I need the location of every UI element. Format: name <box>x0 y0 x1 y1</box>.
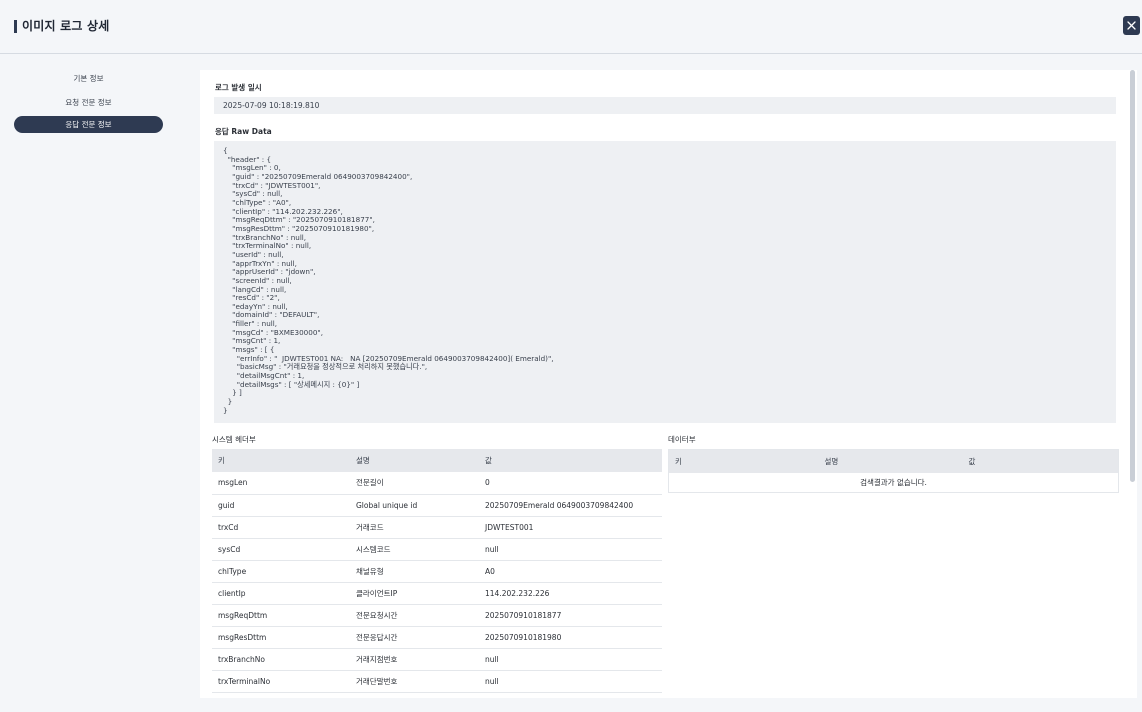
cell-key: guid <box>212 494 350 517</box>
cell-desc: 전문응답시간 <box>350 626 479 649</box>
cell-value: 20250709Emerald 0649003709842400 <box>479 494 662 517</box>
panel-scrollbar[interactable] <box>1130 70 1135 482</box>
column-header-key: 키 <box>668 449 819 473</box>
close-button[interactable] <box>1123 16 1140 35</box>
data-section-label: 데이터부 <box>668 435 696 444</box>
column-header-desc: 설명 <box>818 449 963 473</box>
data-section-table: 키 설명 값 검색결과가 없습니다. <box>668 449 1119 493</box>
cell-value: A0 <box>479 560 662 583</box>
cell-key: sysCd <box>212 538 350 561</box>
cell-key: clientIp <box>212 582 350 605</box>
sidebar: 기본 정보 요청 전문 정보 응답 전문 정보 <box>0 54 200 712</box>
close-icon <box>1127 21 1136 30</box>
cell-value: JDWTEST001 <box>479 516 662 539</box>
cell-key: msgLen <box>212 472 350 495</box>
modal-header: 이미지 로그 상세 <box>0 0 1142 54</box>
cell-desc: 채널유형 <box>350 560 479 583</box>
cell-key: msgReqDttm <box>212 604 350 627</box>
cell-key: trxCd <box>212 516 350 539</box>
cell-desc: 거래코드 <box>350 516 479 539</box>
column-header-value: 값 <box>479 449 662 472</box>
sidebar-item-basic-info[interactable]: 기본 정보 <box>14 70 163 87</box>
cell-key: trxBranchNo <box>212 648 350 671</box>
cell-value: null <box>479 670 662 693</box>
cell-key: chlType <box>212 560 350 583</box>
log-time-label: 로그 발생 일시 <box>215 83 262 92</box>
raw-data-viewer[interactable]: { "header" : { "msgLen" : 0, "guid" : "2… <box>214 141 1116 423</box>
cell-key: trxTerminalNo <box>212 670 350 693</box>
table-row[interactable]: trxBranchNo 거래지점번호 null <box>212 648 662 671</box>
table-row[interactable]: msgResDttm 전문응답시간 2025070910181980 <box>212 626 662 649</box>
column-header-desc: 설명 <box>350 449 479 472</box>
detail-panel: 로그 발생 일시 2025-07-09 10:18:19.810 응답 Raw … <box>200 70 1137 698</box>
table-row[interactable]: msgLen 전문길이 0 <box>212 472 662 495</box>
system-header-table: 키 설명 값 msgLen 전문길이 0 guid Global unique id 2… <box>212 449 662 693</box>
cell-value: 0 <box>479 472 662 495</box>
cell-value: 2025070910181877 <box>479 604 662 627</box>
table-header-row: 키 설명 값 <box>212 449 662 472</box>
column-header-key: 키 <box>212 449 350 472</box>
log-time-field: 2025-07-09 10:18:19.810 <box>214 97 1116 114</box>
table-row[interactable]: chlType 채널유형 A0 <box>212 560 662 583</box>
cell-value: 114.202.232.226 <box>479 582 662 605</box>
table-row[interactable]: clientIp 클라이언트IP 114.202.232.226 <box>212 582 662 605</box>
column-header-value: 값 <box>962 449 1119 473</box>
table-row[interactable]: msgReqDttm 전문요청시간 2025070910181877 <box>212 604 662 627</box>
table-row[interactable]: sysCd 시스템코드 null <box>212 538 662 561</box>
empty-row: 검색결과가 없습니다. <box>668 472 1119 493</box>
table-row[interactable]: trxTerminalNo 거래단말번호 null <box>212 670 662 693</box>
modal-title: 이미지 로그 상세 <box>22 19 110 33</box>
cell-desc: 거래단말번호 <box>350 670 479 693</box>
sidebar-item-response-info[interactable]: 응답 전문 정보 <box>14 116 163 133</box>
table-row[interactable]: guid Global unique id 20250709Emerald 0649… <box>212 494 662 517</box>
cell-value: 2025070910181980 <box>479 626 662 649</box>
cell-desc: Global unique id <box>350 494 479 517</box>
sidebar-item-request-info[interactable]: 요청 전문 정보 <box>14 94 163 111</box>
cell-desc: 거래지점번호 <box>350 648 479 671</box>
cell-key: msgResDttm <box>212 626 350 649</box>
table-row[interactable]: trxCd 거래코드 JDWTEST001 <box>212 516 662 539</box>
system-header-label: 시스템 헤더부 <box>212 435 256 444</box>
cell-value: null <box>479 538 662 561</box>
cell-desc: 시스템코드 <box>350 538 479 561</box>
cell-desc: 클라이언트IP <box>350 582 479 605</box>
title-accent-bar <box>14 20 17 33</box>
empty-message: 검색결과가 없습니다. <box>668 472 1119 493</box>
table-header-row: 키 설명 값 <box>668 449 1119 473</box>
cell-value: null <box>479 648 662 671</box>
cell-desc: 전문요청시간 <box>350 604 479 627</box>
raw-data-label: 응답 Raw Data <box>215 127 272 136</box>
cell-desc: 전문길이 <box>350 472 479 495</box>
